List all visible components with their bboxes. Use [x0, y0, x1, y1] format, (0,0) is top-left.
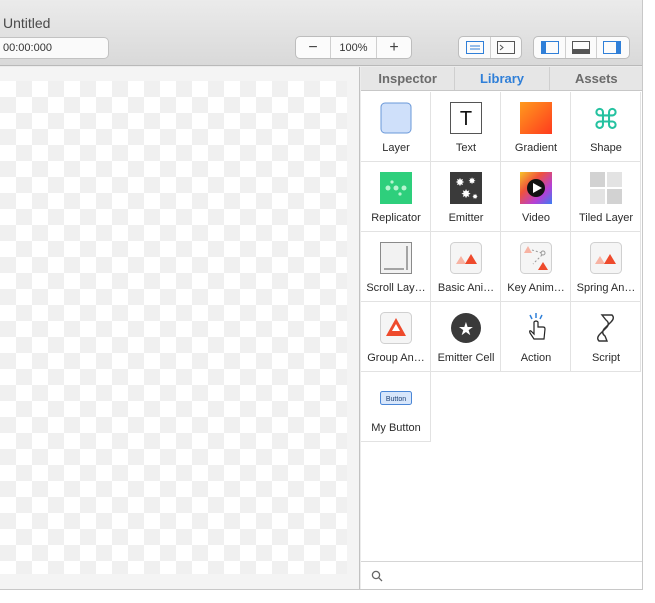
- library-item-text[interactable]: T Text: [431, 92, 501, 162]
- library-item-label: Action: [520, 352, 552, 364]
- scroll-layer-icon: [380, 242, 412, 274]
- left-panel-icon: [540, 41, 559, 54]
- library-item-basic-animation[interactable]: Basic Ani…: [431, 232, 501, 302]
- library-item-label: Gradient: [514, 142, 558, 154]
- right-panel-icon: [603, 41, 621, 54]
- svg-text:✸: ✸: [461, 187, 471, 201]
- library-item-layer[interactable]: Layer: [361, 92, 431, 162]
- panel-tabs: Inspector Library Assets: [361, 67, 642, 91]
- library-item-replicator[interactable]: Replicator: [361, 162, 431, 232]
- library-item-scroll-layer[interactable]: Scroll Lay…: [361, 232, 431, 302]
- library-item-label: Tiled Layer: [578, 212, 633, 224]
- library-item-label: Shape: [590, 142, 622, 154]
- library-panel: Inspector Library Assets Layer T Text Gr…: [361, 67, 642, 589]
- tiled-layer-icon: [590, 172, 622, 204]
- tab-assets[interactable]: Assets: [548, 67, 642, 90]
- layer-icon: [380, 102, 412, 134]
- view-mode-control: [458, 36, 522, 59]
- basic-animation-icon: [450, 242, 482, 274]
- replicator-icon: [380, 172, 412, 204]
- tab-inspector[interactable]: Inspector: [361, 67, 454, 90]
- emitter-cell-icon: ★: [451, 313, 481, 343]
- tab-library[interactable]: Library: [454, 67, 548, 90]
- library-item-action[interactable]: Action: [501, 302, 571, 372]
- library-item-label: Script: [591, 352, 621, 364]
- svg-text:✸: ✸: [472, 193, 478, 201]
- action-icon: [529, 313, 546, 340]
- library-item-video[interactable]: Video: [501, 162, 571, 232]
- library-item-label: Basic Ani…: [437, 282, 495, 294]
- text-icon: T: [450, 102, 482, 134]
- panel-toggle-control: [533, 36, 630, 59]
- library-search-bar[interactable]: [361, 561, 642, 589]
- zoom-in-button[interactable]: +: [377, 37, 411, 58]
- svg-text:T: T: [460, 108, 472, 130]
- gradient-icon: [520, 102, 552, 134]
- emitter-icon: ✸ ✸ ✸ ✸: [450, 172, 482, 204]
- library-item-label: Replicator: [371, 212, 421, 224]
- toggle-bottom-panel-button[interactable]: [565, 37, 596, 58]
- canvas-area: [0, 67, 360, 589]
- group-animation-icon: [380, 312, 412, 344]
- svg-text:Button: Button: [386, 396, 406, 403]
- zoom-control: − 100% +: [295, 36, 412, 59]
- library-item-shape[interactable]: ⌘ Shape: [571, 92, 641, 162]
- video-icon: [520, 172, 552, 204]
- code-view-button[interactable]: [490, 37, 521, 58]
- svg-text:✸: ✸: [468, 177, 476, 187]
- key-animation-icon: [520, 242, 552, 274]
- shape-icon: ⌘: [592, 103, 620, 134]
- library-item-label: My Button: [371, 422, 421, 434]
- library-item-spring-animation[interactable]: Spring An…: [571, 232, 641, 302]
- library-item-script[interactable]: Script: [571, 302, 641, 372]
- library-item-label: Layer: [382, 142, 410, 154]
- library-item-label: Scroll Lay…: [366, 282, 426, 294]
- time-field[interactable]: 00:00:000: [0, 37, 109, 59]
- script-icon: [597, 314, 614, 342]
- search-icon: [371, 570, 383, 582]
- toggle-left-panel-button[interactable]: [534, 37, 565, 58]
- svg-text:★: ★: [458, 319, 474, 340]
- library-item-gradient[interactable]: Gradient: [501, 92, 571, 162]
- app-window: Untitled 00:00:000 − 100% + Inspector Li…: [0, 0, 643, 590]
- library-item-label: Group An…: [367, 352, 425, 364]
- library-item-label: Emitter Cell: [437, 352, 495, 364]
- library-item-label: Key Anim…: [507, 282, 565, 294]
- library-item-emitter[interactable]: ✸ ✸ ✸ ✸ Emitter: [431, 162, 501, 232]
- library-item-emitter-cell[interactable]: ★ Emitter Cell: [431, 302, 501, 372]
- library-item-tiled-layer[interactable]: Tiled Layer: [571, 162, 641, 232]
- library-item-label: Text: [455, 142, 477, 154]
- zoom-out-button[interactable]: −: [296, 37, 330, 58]
- window-title: Untitled: [3, 15, 51, 31]
- library-item-key-animation[interactable]: Key Anim…: [501, 232, 571, 302]
- library-item-label: Spring An…: [576, 282, 636, 294]
- toggle-right-panel-button[interactable]: [596, 37, 627, 58]
- spring-animation-icon: [590, 242, 622, 274]
- code-view-icon: [497, 41, 515, 54]
- canvas-view-button[interactable]: [459, 37, 490, 58]
- my-button-icon: Button: [380, 391, 412, 405]
- library-item-my-button[interactable]: Button My Button: [361, 372, 431, 442]
- library-item-group-animation[interactable]: Group An…: [361, 302, 431, 372]
- library-item-label: Emitter: [448, 212, 484, 224]
- canvas-board[interactable]: [0, 81, 347, 574]
- zoom-value[interactable]: 100%: [330, 37, 377, 58]
- svg-text:⌘: ⌘: [592, 103, 620, 134]
- bottom-panel-icon: [572, 41, 590, 54]
- canvas-view-icon: [465, 41, 484, 54]
- library-item-label: Video: [522, 212, 550, 224]
- title-bar: Untitled 00:00:000 − 100% +: [0, 0, 642, 66]
